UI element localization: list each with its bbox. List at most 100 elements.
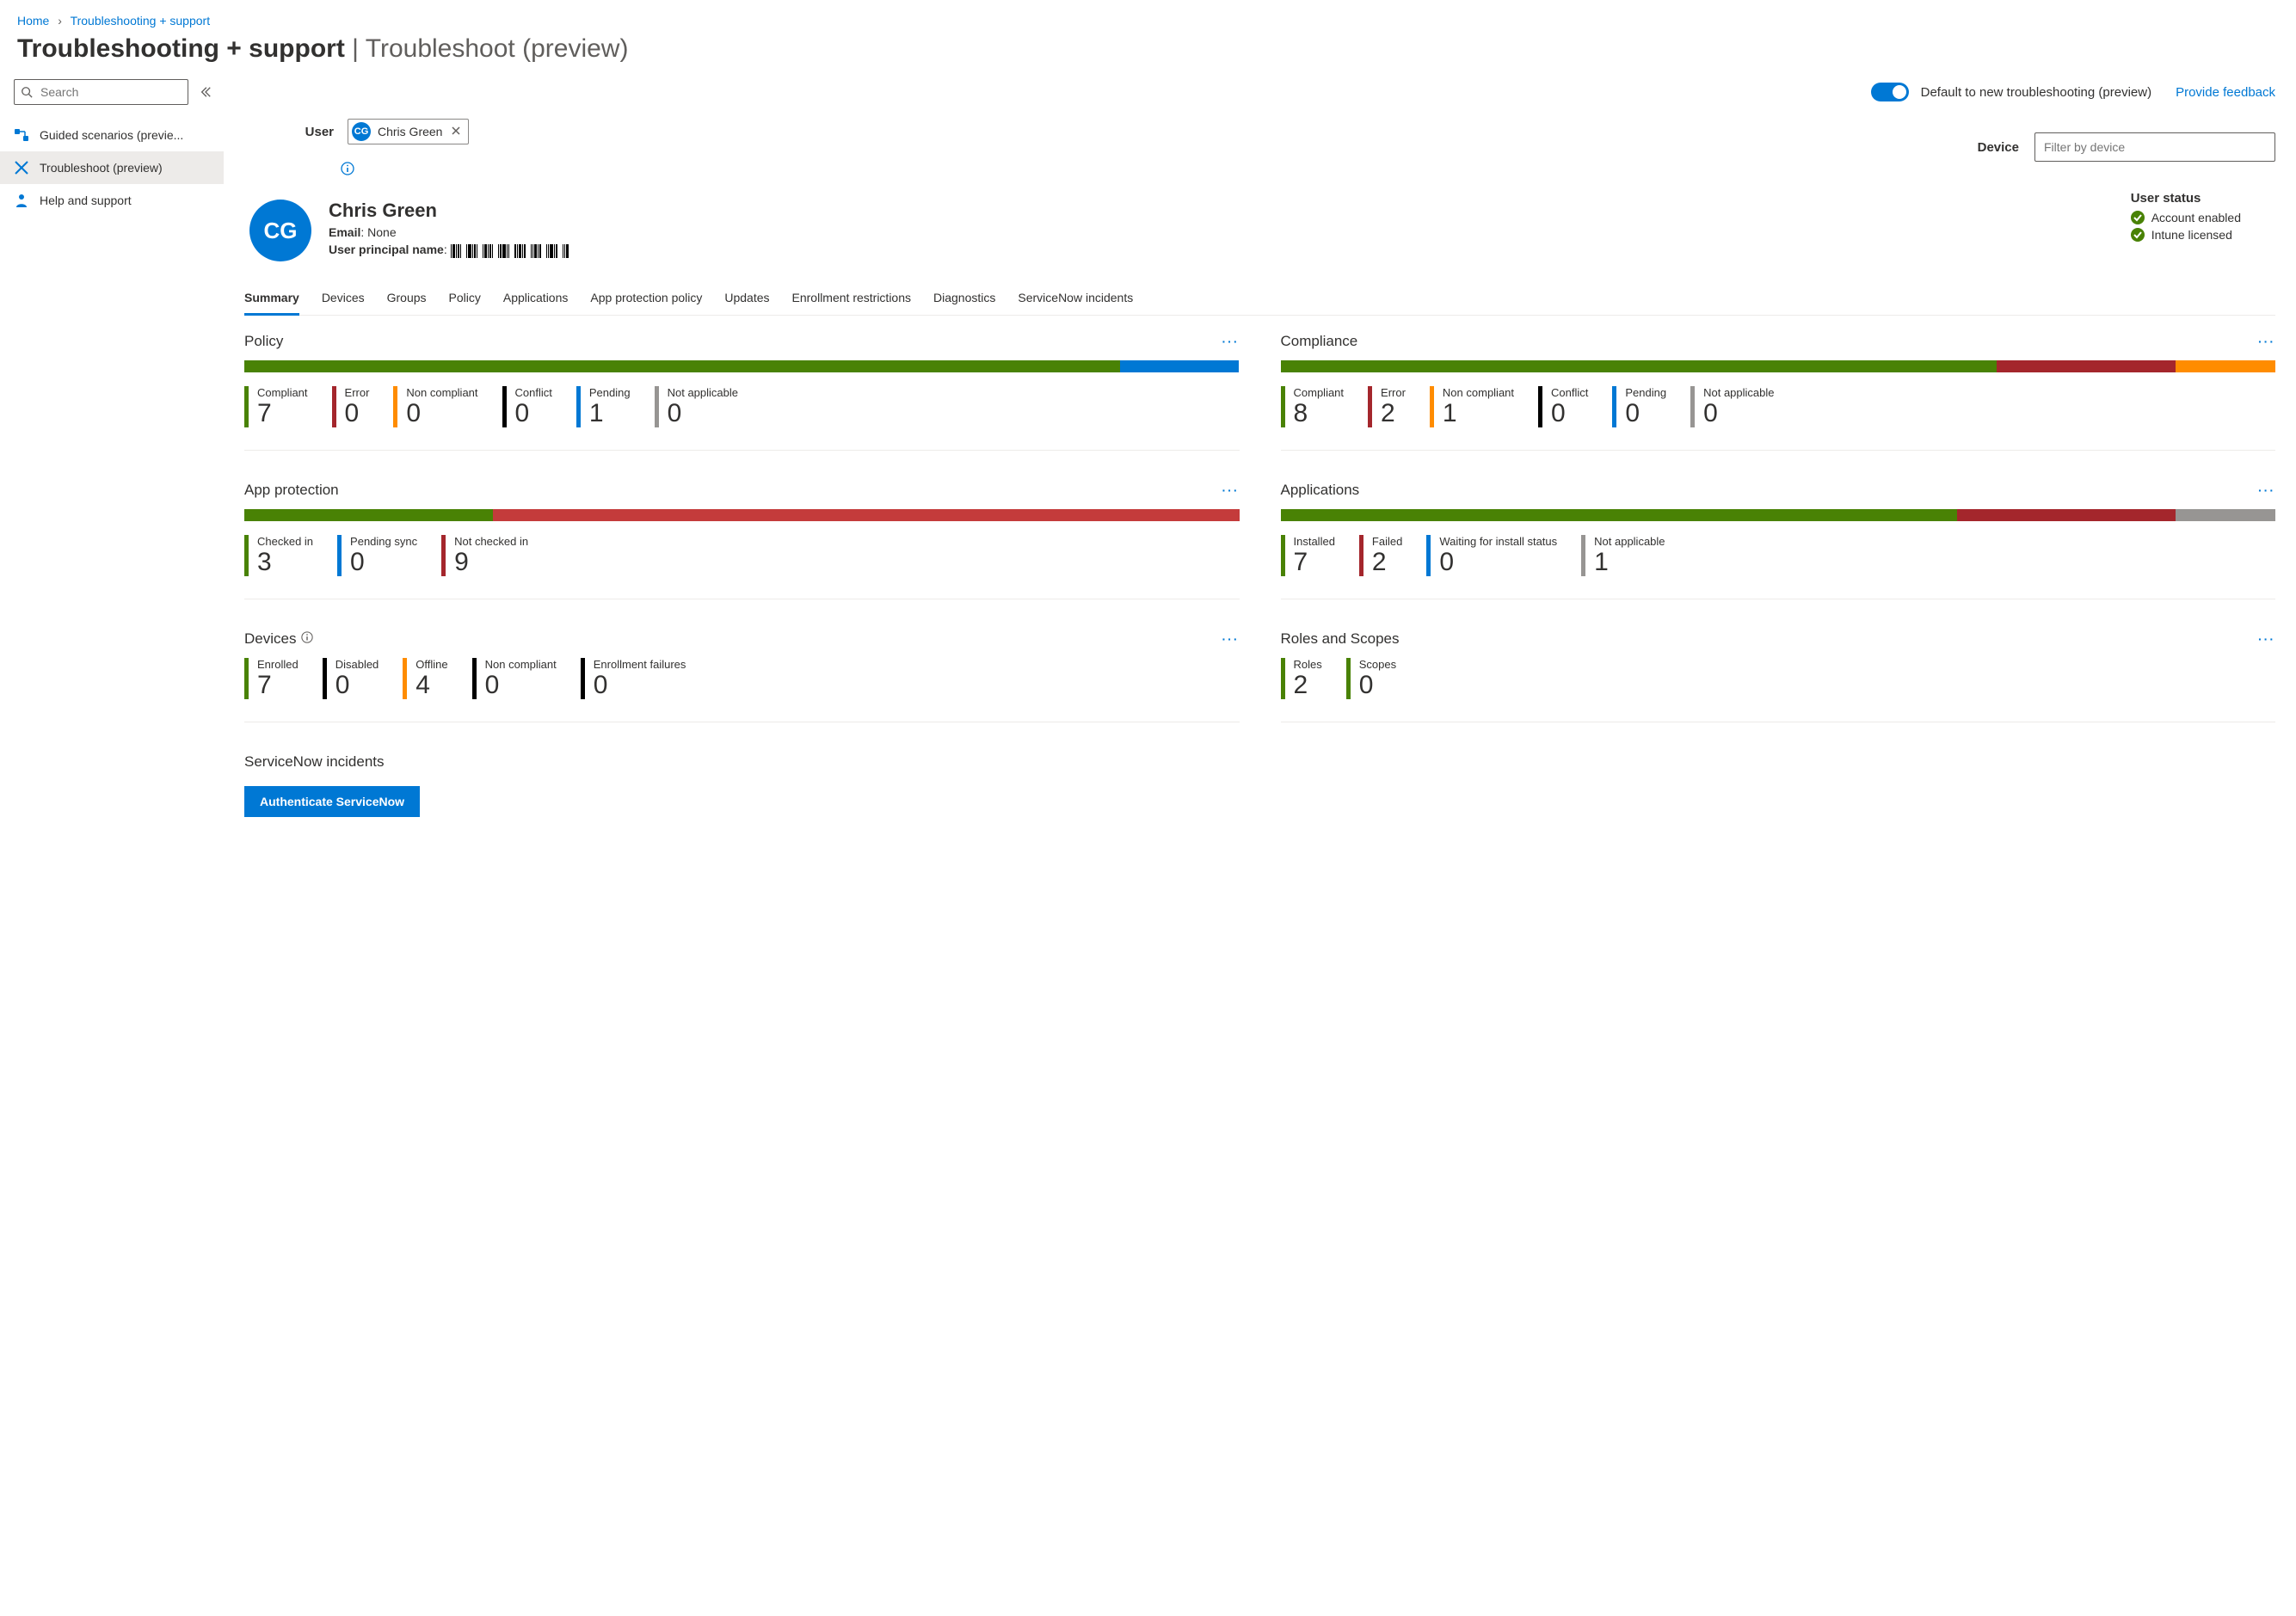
stat-disabled[interactable]: Disabled0 (323, 658, 379, 699)
stat-failed[interactable]: Failed2 (1359, 535, 1402, 576)
card-roles-scopes: Roles and Scopes ··· Roles2Scopes0 (1281, 630, 2276, 722)
stat-compliant[interactable]: Compliant8 (1281, 386, 1345, 427)
stat-error[interactable]: Error2 (1368, 386, 1406, 427)
stat-label: Non compliant (1443, 386, 1514, 399)
stat-checked-in[interactable]: Checked in3 (244, 535, 313, 576)
stat-stripe (403, 658, 407, 699)
tab-summary[interactable]: Summary (244, 282, 299, 316)
card-policy-title: Policy (244, 333, 283, 350)
stat-label: Not checked in (454, 535, 528, 548)
bar-segment (2176, 509, 2275, 521)
sidebar-search-input[interactable] (14, 79, 188, 105)
stat-installed[interactable]: Installed7 (1281, 535, 1335, 576)
stat-value: 0 (1703, 399, 1774, 427)
stat-value: 7 (1294, 548, 1335, 576)
card-compliance-title: Compliance (1281, 333, 1358, 350)
stat-stripe (323, 658, 327, 699)
card-app-protection-menu[interactable]: ··· (1222, 483, 1240, 497)
tab-enrollment-restrictions[interactable]: Enrollment restrictions (792, 282, 912, 315)
stat-value: 2 (1372, 548, 1402, 576)
stat-enrollment-failures[interactable]: Enrollment failures0 (581, 658, 686, 699)
stat-pending[interactable]: Pending0 (1612, 386, 1666, 427)
stat-enrolled[interactable]: Enrolled7 (244, 658, 299, 699)
bar-segment (493, 509, 1239, 521)
sidebar-search[interactable] (14, 79, 188, 105)
stat-scopes[interactable]: Scopes0 (1346, 658, 1396, 699)
user-upn: User principal name: (329, 243, 569, 258)
card-roles-scopes-menu[interactable]: ··· (2258, 632, 2275, 646)
sidebar-item-help-support[interactable]: Help and support (0, 184, 224, 217)
stat-pending-sync[interactable]: Pending sync0 (337, 535, 417, 576)
card-policy-menu[interactable]: ··· (1222, 335, 1240, 348)
tab-app-protection-policy[interactable]: App protection policy (590, 282, 702, 315)
authenticate-servicenow-button[interactable]: Authenticate ServiceNow (244, 786, 420, 817)
tab-updates[interactable]: Updates (724, 282, 769, 315)
card-applications-menu[interactable]: ··· (2258, 483, 2275, 497)
stat-stripe (1430, 386, 1434, 427)
info-icon[interactable] (341, 162, 354, 175)
stat-stripe (1538, 386, 1542, 427)
card-app-protection-bar (244, 509, 1240, 521)
stat-offline[interactable]: Offline4 (403, 658, 447, 699)
sidebar-item-guided-scenarios[interactable]: Guided scenarios (previe... (0, 119, 224, 151)
sidebar-collapse-button[interactable] (195, 80, 217, 104)
card-devices: Devices ··· Enrolled7 Disabled0 Offline4 No… (244, 630, 1240, 722)
user-chip-close[interactable] (449, 123, 463, 140)
stat-conflict[interactable]: Conflict0 (1538, 386, 1588, 427)
card-app-protection-title: App protection (244, 482, 339, 499)
stat-stripe (1359, 535, 1363, 576)
stat-not-applicable[interactable]: Not applicable0 (1690, 386, 1774, 427)
stat-non-compliant[interactable]: Non compliant0 (393, 386, 477, 427)
user-status: User status Account enabled Intune licen… (2131, 191, 2275, 245)
stat-value: 0 (515, 399, 552, 427)
troubleshoot-icon (14, 160, 29, 175)
card-servicenow-title: ServiceNow incidents (244, 753, 2275, 771)
user-name: Chris Green (329, 200, 569, 222)
tab-servicenow-incidents[interactable]: ServiceNow incidents (1018, 282, 1133, 315)
stat-value: 0 (350, 548, 417, 576)
card-compliance-menu[interactable]: ··· (2258, 335, 2275, 348)
stat-waiting-for-install-status[interactable]: Waiting for install status0 (1426, 535, 1557, 576)
card-devices-menu[interactable]: ··· (1222, 632, 1240, 646)
user-chip-name: Chris Green (378, 125, 442, 138)
sidebar: Guided scenarios (previe... Troubleshoot… (0, 79, 224, 874)
stat-not-checked-in[interactable]: Not checked in9 (441, 535, 528, 576)
user-chip[interactable]: CG Chris Green (348, 119, 469, 144)
breadcrumb-home[interactable]: Home (17, 14, 49, 28)
card-devices-stats: Enrolled7 Disabled0 Offline4 Non compliant0… (244, 658, 1240, 699)
bar-segment (244, 509, 493, 521)
tab-applications[interactable]: Applications (503, 282, 569, 315)
stat-compliant[interactable]: Compliant7 (244, 386, 308, 427)
tabs: Summary Devices Groups Policy Applications Ap… (244, 282, 2275, 316)
user-email: Email: None (329, 225, 569, 239)
help-support-icon (14, 193, 29, 208)
device-filter-input[interactable] (2034, 132, 2275, 162)
stat-stripe (441, 535, 446, 576)
stat-not-applicable[interactable]: Not applicable0 (655, 386, 738, 427)
stat-label: Disabled (335, 658, 379, 671)
stat-non-compliant[interactable]: Non compliant1 (1430, 386, 1514, 427)
sidebar-item-troubleshoot[interactable]: Troubleshoot (preview) (0, 151, 224, 184)
stat-not-applicable[interactable]: Not applicable1 (1581, 535, 1665, 576)
tab-groups[interactable]: Groups (387, 282, 427, 315)
breadcrumb-section[interactable]: Troubleshooting + support (71, 14, 211, 28)
tab-diagnostics[interactable]: Diagnostics (933, 282, 995, 315)
stat-error[interactable]: Error0 (332, 386, 370, 427)
stat-stripe (1281, 386, 1285, 427)
stat-label: Pending sync (350, 535, 417, 548)
stat-non-compliant[interactable]: Non compliant0 (472, 658, 557, 699)
card-devices-title: Devices (244, 630, 313, 648)
check-icon (2131, 211, 2145, 224)
stat-label: Compliant (1294, 386, 1345, 399)
tab-policy[interactable]: Policy (449, 282, 481, 315)
stat-conflict[interactable]: Conflict0 (502, 386, 552, 427)
info-icon[interactable] (301, 630, 313, 648)
stat-pending[interactable]: Pending1 (576, 386, 631, 427)
page-title-main: Troubleshooting + support (17, 34, 345, 63)
default-troubleshoot-toggle[interactable] (1871, 83, 1909, 101)
sidebar-item-label: Troubleshoot (preview) (40, 161, 163, 175)
tab-devices[interactable]: Devices (322, 282, 365, 315)
stat-roles[interactable]: Roles2 (1281, 658, 1322, 699)
provide-feedback-link[interactable]: Provide feedback (2176, 85, 2275, 100)
guided-scenarios-icon (14, 127, 29, 143)
